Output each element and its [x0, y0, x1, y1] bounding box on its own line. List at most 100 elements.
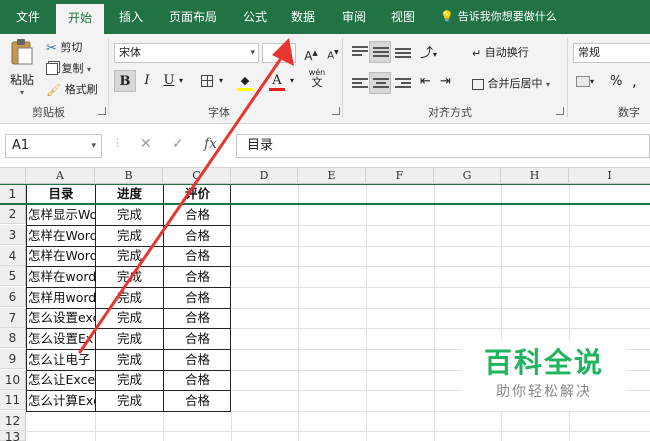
column-header-h[interactable]: H [501, 168, 569, 184]
wrap-text-button[interactable]: ↵ 自动换行 [472, 44, 529, 60]
table-cell[interactable]: 完成 [96, 205, 163, 225]
table-cell[interactable]: 完成 [96, 391, 163, 411]
table-cell[interactable]: 完成 [96, 308, 163, 328]
column-header-e[interactable]: E [298, 168, 366, 184]
borders-dropdown-icon[interactable]: ▾ [219, 76, 223, 85]
tab-data[interactable]: 数据 [282, 0, 324, 34]
column-header-f[interactable]: F [366, 168, 434, 184]
table-cell[interactable]: 合格 [164, 267, 231, 287]
tab-page-layout[interactable]: 页面布局 [160, 0, 226, 34]
align-middle-button[interactable] [369, 41, 391, 63]
format-painter-button[interactable]: 🖌 格式刷 [46, 81, 98, 97]
percent-button[interactable]: % [610, 74, 622, 89]
alignment-launcher-icon[interactable] [556, 107, 564, 115]
table-cell[interactable]: 合格 [164, 246, 231, 266]
shrink-font-button[interactable]: A▼ [322, 42, 344, 64]
table-cell[interactable]: 怎样在Word [28, 246, 95, 266]
column-header-b[interactable]: B [95, 168, 163, 184]
table-cell[interactable]: 完成 [96, 226, 163, 246]
align-top-icon[interactable] [352, 46, 368, 58]
font-launcher-icon[interactable] [332, 107, 340, 115]
tab-home[interactable]: 开始 [56, 4, 104, 34]
row-header-2[interactable]: 2 [0, 204, 26, 224]
align-right-icon[interactable] [395, 78, 411, 90]
name-box[interactable]: A1 ▾ [5, 134, 102, 158]
table-cell[interactable]: 怎样在word [28, 267, 95, 287]
align-bottom-icon[interactable] [395, 48, 411, 60]
borders-button[interactable] [196, 70, 218, 92]
row-header-13[interactable]: 13 [0, 431, 26, 441]
grow-font-button[interactable]: A▲ [300, 42, 322, 64]
tab-file[interactable]: 文件 [6, 0, 50, 34]
bold-button[interactable]: B [114, 70, 136, 92]
column-header-d[interactable]: D [231, 168, 298, 184]
table-cell[interactable]: 合格 [164, 370, 231, 390]
table-cell[interactable]: 怎样用word [28, 288, 95, 308]
fill-color-button[interactable]: ◆ [234, 70, 256, 92]
column-header-i[interactable]: I [569, 168, 650, 184]
row-header-6[interactable]: 6 [0, 287, 26, 307]
row-header-9[interactable]: 9 [0, 349, 26, 369]
column-header-a[interactable]: A [26, 168, 95, 184]
cancel-icon[interactable]: ✕ [140, 136, 152, 152]
merge-center-button[interactable]: 合并后居中 ▾ [472, 75, 550, 91]
table-cell[interactable]: 怎么计算Exc [28, 391, 95, 411]
table-cell[interactable]: 完成 [96, 329, 163, 349]
row-header-8[interactable]: 8 [0, 328, 26, 348]
row-header-7[interactable]: 7 [0, 308, 26, 328]
font-name-combo[interactable]: 宋体 ▾ [114, 43, 259, 63]
underline-dropdown-icon[interactable]: ▾ [179, 76, 183, 85]
table-cell[interactable]: 完成 [96, 350, 163, 370]
font-color-button[interactable]: A [266, 70, 288, 92]
column-header-g[interactable]: G [434, 168, 501, 184]
number-format-combo[interactable]: 常规 [573, 43, 650, 63]
tab-formulas[interactable]: 公式 [234, 0, 276, 34]
enter-icon[interactable]: ✓ [172, 136, 184, 152]
cut-button[interactable]: ✂ 剪切 [46, 39, 82, 56]
row-header-4[interactable]: 4 [0, 246, 26, 266]
row-header-5[interactable]: 5 [0, 266, 26, 286]
font-color-dropdown-icon[interactable]: ▾ [290, 76, 294, 85]
copy-dropdown-icon[interactable]: ▾ [87, 65, 91, 74]
font-size-combo[interactable]: ▾ [262, 43, 296, 63]
align-center-button[interactable] [369, 72, 391, 94]
merge-dropdown-icon[interactable]: ▾ [546, 80, 550, 89]
increase-indent-button[interactable]: ⇥ [440, 74, 451, 89]
comma-button[interactable]: , [632, 72, 637, 90]
table-cell[interactable]: 完成 [96, 288, 163, 308]
accounting-format-button[interactable]: ▾ [576, 74, 594, 87]
table-cell[interactable]: 合格 [164, 205, 231, 225]
table-cell[interactable]: 怎么设置Ex [28, 329, 95, 349]
row-header-11[interactable]: 11 [0, 390, 26, 410]
clipboard-launcher-icon[interactable] [98, 107, 106, 115]
row-header-10[interactable]: 10 [0, 370, 26, 390]
tab-review[interactable]: 审阅 [334, 0, 374, 34]
column-header-c[interactable]: C [163, 168, 231, 184]
table-cell[interactable]: 合格 [164, 226, 231, 246]
paste-dropdown-icon[interactable]: ▾ [8, 88, 36, 97]
table-cell[interactable]: 合格 [164, 308, 231, 328]
select-all-corner[interactable] [0, 168, 26, 184]
row-header-12[interactable]: 12 [0, 411, 26, 431]
formula-input[interactable]: 目录 [236, 134, 650, 158]
table-cell[interactable]: 怎样在Word [28, 226, 95, 246]
table-cell[interactable]: 怎样显示Wo [28, 205, 95, 225]
align-left-icon[interactable] [352, 78, 368, 90]
orientation-button[interactable]: ⤴▾ [420, 42, 437, 61]
copy-button[interactable]: 复制 ▾ [46, 60, 91, 76]
table-cell[interactable]: 怎么设置exc [28, 308, 95, 328]
tab-insert[interactable]: 插入 [110, 0, 152, 34]
table-cell[interactable]: 合格 [164, 288, 231, 308]
underline-button[interactable]: U [158, 70, 180, 92]
table-cell[interactable]: 完成 [96, 246, 163, 266]
phonetic-button[interactable]: wén 文 [306, 68, 328, 90]
insert-function-button[interactable]: fx [204, 136, 217, 152]
tell-me-search[interactable]: 💡 告诉我你想要做什么 [440, 0, 557, 34]
table-cell[interactable]: 完成 [96, 370, 163, 390]
tab-view[interactable]: 视图 [383, 0, 423, 34]
table-cell[interactable]: 合格 [164, 329, 231, 349]
table-cell[interactable]: 合格 [164, 350, 231, 370]
table-cell[interactable]: 完成 [96, 267, 163, 287]
table-cell[interactable]: 怎么让电子 [28, 350, 95, 370]
table-cell[interactable]: 合格 [164, 391, 231, 411]
